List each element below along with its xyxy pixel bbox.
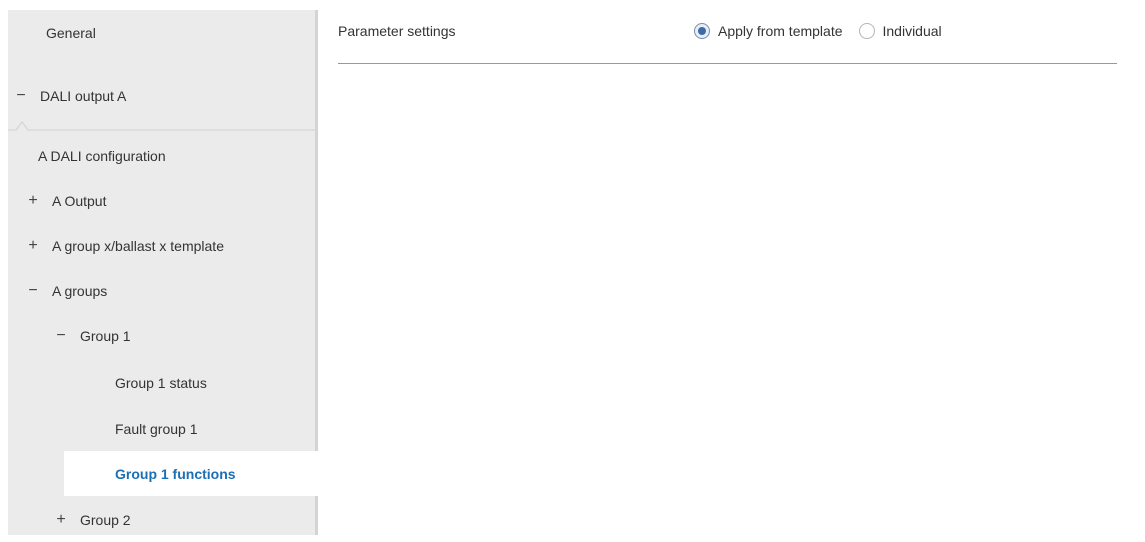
sidebar-item-label: DALI output A xyxy=(40,87,127,104)
parameter-radio-group: Apply from template Individual xyxy=(694,10,958,52)
collapse-icon[interactable]: − xyxy=(54,327,68,345)
sidebar-item-label: General xyxy=(46,24,96,41)
radio-unchecked-icon[interactable] xyxy=(858,23,875,39)
expand-icon[interactable]: + xyxy=(54,511,68,529)
separator-line xyxy=(338,63,1117,64)
sidebar-item-label: Group 1 xyxy=(80,327,131,344)
sidebar-item-fault-group-1[interactable]: Fault group 1 xyxy=(8,406,315,451)
sidebar-item-a-groups[interactable]: − A groups xyxy=(8,268,315,313)
apply-from-template-radio[interactable]: Apply from template xyxy=(694,23,843,39)
sidebar-item-label: Group 1 status xyxy=(115,374,207,391)
collapse-icon[interactable]: − xyxy=(26,282,40,300)
parameter-panel: Parameter settings Apply from template I… xyxy=(318,10,1145,535)
expand-icon[interactable]: + xyxy=(26,192,40,210)
sidebar-item-label: A Output xyxy=(52,192,107,209)
radio-checked-icon[interactable] xyxy=(694,23,710,39)
radio-label: Individual xyxy=(882,23,942,39)
parameter-row: Parameter settings Apply from template I… xyxy=(338,10,1116,52)
sidebar-item-label: Group 2 xyxy=(80,511,131,528)
sidebar-navigation: General − DALI output A A DALI configura… xyxy=(8,10,326,535)
collapse-icon[interactable]: − xyxy=(14,87,28,105)
sidebar-item-a-group-ballast-template[interactable]: + A group x/ballast x template xyxy=(8,223,315,268)
sidebar-item-label: A DALI configuration xyxy=(38,147,166,164)
sidebar-item-a-output[interactable]: + A Output xyxy=(8,178,315,223)
sidebar-item-group-1-functions[interactable]: Group 1 functions xyxy=(64,451,326,496)
section-divider xyxy=(8,121,315,131)
sidebar-item-label: Fault group 1 xyxy=(115,420,198,437)
sidebar-item-group-1-status[interactable]: Group 1 status xyxy=(8,360,315,405)
sidebar-item-general[interactable]: General xyxy=(8,10,315,55)
radio-label: Apply from template xyxy=(718,23,843,39)
sidebar-item-group-2[interactable]: + Group 2 xyxy=(8,497,315,542)
sidebar-item-label: A groups xyxy=(52,282,108,299)
sidebar-item-label: A group x/ballast x template xyxy=(52,237,224,254)
parameter-label: Parameter settings xyxy=(338,23,456,39)
expand-icon[interactable]: + xyxy=(26,237,40,255)
sidebar-item-group-1[interactable]: − Group 1 xyxy=(8,313,315,358)
individual-radio[interactable]: Individual xyxy=(858,23,942,39)
sidebar-item-a-dali-configuration[interactable]: A DALI configuration xyxy=(8,133,315,178)
sidebar-item-dali-output-a[interactable]: − DALI output A xyxy=(8,73,315,118)
sidebar-item-label: Group 1 functions xyxy=(115,465,236,482)
